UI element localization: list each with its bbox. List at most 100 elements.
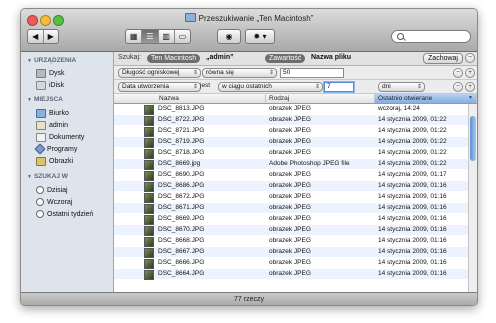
file-kind: obrazek JPEG: [269, 105, 311, 112]
file-last-opened: 14 stycznia 2009, 01:22: [378, 127, 447, 134]
search-icon: [397, 33, 404, 40]
search-field[interactable]: [391, 30, 471, 43]
file-name: DSC_8686.JPG: [158, 182, 205, 189]
criterion-attribute-popup[interactable]: Data utworzenia: [118, 82, 201, 92]
add-criterion-button[interactable]: +: [465, 68, 475, 78]
main-content: Szukaj: Ten Macintosh „admin” Zawartość …: [114, 52, 477, 292]
table-row[interactable]: DSC_8721.JPG obrazek JPEG 14 stycznia 2009…: [114, 126, 468, 137]
table-row[interactable]: DSC_8670.JPG obrazek JPEG 14 stycznia 2009…: [114, 225, 468, 236]
list-icon: ☰: [146, 32, 154, 41]
image-file-icon: [144, 127, 154, 137]
add-criterion-button[interactable]: +: [465, 82, 475, 92]
remove-criterion-button[interactable]: −: [453, 68, 463, 78]
file-last-opened: 14 stycznia 2009, 01:22: [378, 149, 447, 156]
file-last-opened: wczoraj, 14:24: [378, 105, 420, 112]
sidebar-item-obrazki[interactable]: Obrazki: [36, 157, 73, 166]
sidebar-item-dokumenty[interactable]: Dokumenty: [36, 133, 84, 142]
column-header-last-opened[interactable]: Ostatnio otwierane: [375, 94, 477, 103]
scope-admin[interactable]: „admin”: [206, 54, 234, 61]
file-last-opened: 14 stycznia 2009, 01:16: [378, 182, 447, 189]
attr-filename[interactable]: Nazwa pliku: [311, 54, 351, 61]
smart-folder-icon: [184, 13, 196, 22]
file-kind: obrazek JPEG: [269, 237, 311, 244]
sidebar-item-admin[interactable]: admin: [36, 121, 68, 130]
image-file-icon: [144, 160, 154, 170]
sidebar-item-dysk[interactable]: Dysk: [36, 69, 65, 78]
file-name: DSC_8718.JPG: [158, 149, 205, 156]
table-row[interactable]: DSC_8669.JPG obrazek JPEG 14 stycznia 2009…: [114, 214, 468, 225]
table-row[interactable]: DSC_8813.JPG obrazek JPEG wczoraj, 14:24: [114, 104, 468, 115]
file-kind: obrazek JPEG: [269, 248, 311, 255]
coverflow-view-button[interactable]: ▭: [175, 30, 190, 43]
file-name: DSC_8690.JPG: [158, 171, 205, 178]
sidebar-item-wczoraj[interactable]: Wczoraj: [36, 198, 72, 206]
sidebar-item-programy[interactable]: Programy: [34, 143, 77, 155]
file-kind: obrazek JPEG: [269, 171, 311, 178]
icon-view-button[interactable]: ▦: [126, 30, 143, 43]
forward-button[interactable]: ▶: [44, 30, 59, 43]
image-file-icon: [144, 226, 154, 236]
table-row[interactable]: DSC_8719.JPG obrazek JPEG 14 stycznia 2009…: [114, 137, 468, 148]
criterion-row-creation-date: Data utworzenia jest w ciągu ostatnich 7…: [114, 80, 477, 94]
table-row[interactable]: DSC_8686.JPG obrazek JPEG 14 stycznia 2009…: [114, 181, 468, 192]
file-last-opened: 14 stycznia 2009, 01:16: [378, 215, 447, 222]
file-name: DSC_8672.JPG: [158, 193, 205, 200]
idisk-icon: [36, 81, 46, 90]
criterion-range-popup[interactable]: w ciągu ostatnich: [218, 82, 323, 92]
criterion-attribute-popup[interactable]: Długość ogniskowej: [118, 68, 201, 78]
sidebar-header-devices: URZĄDZENIA: [27, 57, 76, 64]
table-row[interactable]: DSC_8722.JPG obrazek JPEG 14 stycznia 2009…: [114, 115, 468, 126]
file-last-opened: 14 stycznia 2009, 01:16: [378, 226, 447, 233]
criterion-is-label: jest: [200, 82, 211, 89]
item-count: 77 rzeczy: [234, 296, 264, 303]
file-kind: obrazek JPEG: [269, 149, 311, 156]
column-view-button[interactable]: ▥: [159, 30, 175, 43]
column-header-name[interactable]: Nazwa: [114, 94, 266, 103]
image-file-icon: [144, 105, 154, 115]
attr-contents[interactable]: Zawartość: [265, 54, 306, 63]
scope-remove-button[interactable]: −: [465, 53, 475, 63]
scrollbar-thumb[interactable]: [470, 116, 476, 161]
sidebar-item-idisk[interactable]: iDisk: [36, 81, 64, 90]
file-last-opened: 14 stycznia 2009, 01:16: [378, 193, 447, 200]
save-search-button[interactable]: Zachowaj: [423, 53, 463, 64]
vertical-scrollbar[interactable]: [468, 104, 477, 292]
action-menu-button[interactable]: ✹ ▾: [245, 29, 275, 44]
sidebar-item-biurko[interactable]: Biurko: [36, 109, 69, 118]
table-row[interactable]: DSC_8718.JPG obrazek JPEG 14 stycznia 2009…: [114, 148, 468, 159]
sidebar-item-ostatni-tydzien[interactable]: Ostatni tydzień: [36, 210, 93, 218]
table-row[interactable]: DSC_8672.JPG obrazek JPEG 14 stycznia 2009…: [114, 192, 468, 203]
table-row[interactable]: DSC_8668.JPG obrazek JPEG 14 stycznia 2009…: [114, 236, 468, 247]
file-name: DSC_8669.jpg: [158, 160, 201, 167]
file-last-opened: 14 stycznia 2009, 01:16: [378, 237, 447, 244]
image-file-icon: [144, 138, 154, 148]
sidebar-item-dzisiaj[interactable]: Dzisiaj: [36, 186, 68, 194]
file-name: DSC_8669.JPG: [158, 215, 205, 222]
sidebar-item-label: Dokumenty: [49, 134, 85, 141]
scope-this-mac[interactable]: Ten Macintosh: [147, 54, 201, 63]
table-row[interactable]: DSC_8667.JPG obrazek JPEG 14 stycznia 2009…: [114, 247, 468, 258]
documents-icon: [36, 133, 46, 142]
table-row[interactable]: DSC_8664.JPG obrazek JPEG 14 stycznia 2009…: [114, 269, 468, 280]
back-button[interactable]: ◀: [28, 30, 44, 43]
file-kind: obrazek JPEG: [269, 259, 311, 266]
table-row[interactable]: DSC_8690.JPG obrazek JPEG 14 stycznia 2009…: [114, 170, 468, 181]
criterion-days-field[interactable]: 7: [324, 82, 354, 92]
home-icon: [36, 121, 46, 130]
remove-criterion-button[interactable]: −: [453, 82, 463, 92]
toolbar: Przeszukiwanie „Ten Macintosh” ◀ ▶ ▦ ☰ ▥…: [21, 9, 477, 52]
criterion-unit-popup[interactable]: dni: [378, 82, 425, 92]
criterion-value-field[interactable]: 50: [280, 68, 344, 78]
clock-icon: [36, 210, 44, 218]
table-row[interactable]: DSC_8669.jpg Adobe Photoshop JPEG file 14 …: [114, 159, 468, 170]
list-view-button[interactable]: ☰: [142, 30, 159, 43]
table-row[interactable]: DSC_8671.JPG obrazek JPEG 14 stycznia 2009…: [114, 203, 468, 214]
file-name: DSC_8721.JPG: [158, 127, 205, 134]
quicklook-button[interactable]: ◉: [217, 29, 241, 44]
column-header-kind[interactable]: Rodzaj: [266, 94, 375, 103]
columns-icon: ▥: [162, 32, 170, 41]
sidebar-item-label: Ostatni tydzień: [47, 210, 94, 218]
table-row[interactable]: DSC_8666.JPG obrazek JPEG 14 stycznia 2009…: [114, 258, 468, 269]
file-list: DSC_8813.JPG obrazek JPEG wczoraj, 14:24 DS…: [114, 104, 468, 292]
criterion-operator-popup[interactable]: równa się: [202, 68, 277, 78]
